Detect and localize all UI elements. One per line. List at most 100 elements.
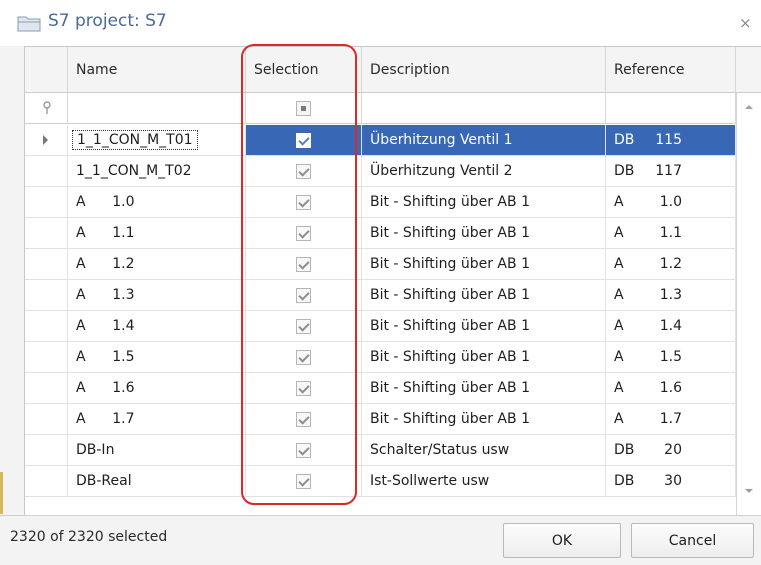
selection-cell[interactable] [246, 342, 362, 372]
row-selection-checkbox[interactable] [296, 132, 311, 148]
reference-cell[interactable]: DB 117 [606, 156, 736, 186]
reference-cell[interactable]: A 1.1 [606, 218, 736, 248]
name-cell[interactable]: A 1.2 [68, 249, 246, 279]
description-cell[interactable]: Bit - Shifting über AB 1 [362, 249, 606, 279]
table-row[interactable]: DB-Real Ist-Sollwerte usw DB 30 [25, 466, 736, 497]
reference-cell[interactable]: A 1.2 [606, 249, 736, 279]
name-cell[interactable]: 1_1_CON_M_T02 [68, 156, 246, 186]
select-all-checkbox[interactable] [296, 100, 311, 116]
cancel-button[interactable]: Cancel [631, 523, 754, 558]
reference-cell[interactable]: A 1.7 [606, 404, 736, 434]
selection-cell[interactable] [246, 218, 362, 248]
column-header-reference[interactable]: Reference [606, 47, 736, 92]
table-row[interactable]: DB-In Schalter/Status usw DB 20 [25, 435, 736, 466]
row-indicator-cell[interactable] [25, 342, 68, 372]
reference-cell[interactable]: DB 20 [606, 435, 736, 465]
table-row[interactable]: A 1.6 Bit - Shifting über AB 1 A 1.6 [25, 373, 736, 404]
table-row[interactable]: A 1.2 Bit - Shifting über AB 1 A 1.2 [25, 249, 736, 280]
row-selection-checkbox[interactable] [296, 380, 311, 396]
row-indicator-cell[interactable] [25, 156, 68, 186]
row-selection-checkbox[interactable] [296, 225, 311, 241]
scroll-down-arrow-icon[interactable] [745, 489, 753, 493]
row-indicator-cell[interactable] [25, 404, 68, 434]
table-row[interactable]: 1_1_CON_M_T02 Überhitzung Ventil 2 DB 117 [25, 156, 736, 187]
description-cell[interactable]: Bit - Shifting über AB 1 [362, 311, 606, 341]
description-cell[interactable]: Überhitzung Ventil 2 [362, 156, 606, 186]
filter-name-input[interactable] [68, 93, 246, 123]
reference-cell[interactable]: A 1.0 [606, 187, 736, 217]
name-cell[interactable]: 1_1_CON_M_T01 [68, 125, 246, 155]
description-cell[interactable]: Überhitzung Ventil 1 [362, 125, 606, 155]
row-selection-checkbox[interactable] [296, 473, 311, 489]
filter-description-input[interactable] [362, 93, 606, 123]
reference-cell[interactable]: DB 115 [606, 125, 736, 155]
name-cell[interactable]: DB-Real [68, 466, 246, 496]
row-selection-checkbox[interactable] [296, 256, 311, 272]
table-row[interactable]: A 1.3 Bit - Shifting über AB 1 A 1.3 [25, 280, 736, 311]
close-button[interactable]: × [739, 14, 752, 32]
row-indicator-cell[interactable] [25, 280, 68, 310]
row-selection-checkbox[interactable] [296, 163, 311, 179]
reference-cell[interactable]: A 1.5 [606, 342, 736, 372]
table-row[interactable]: A 1.0 Bit - Shifting über AB 1 A 1.0 [25, 187, 736, 218]
description-cell[interactable]: Bit - Shifting über AB 1 [362, 404, 606, 434]
column-header-description[interactable]: Description [362, 47, 606, 92]
selection-cell[interactable] [246, 156, 362, 186]
row-selection-checkbox[interactable] [296, 442, 311, 458]
selection-cell[interactable] [246, 187, 362, 217]
description-cell[interactable]: Bit - Shifting über AB 1 [362, 373, 606, 403]
table-row[interactable]: 1_1_CON_M_T01 Überhitzung Ventil 1 DB 115 [25, 125, 736, 156]
column-header-selection[interactable]: Selection [246, 47, 362, 92]
row-selection-checkbox[interactable] [296, 411, 311, 427]
row-selection-checkbox[interactable] [296, 194, 311, 210]
row-selection-checkbox[interactable] [296, 287, 311, 303]
selection-cell[interactable] [246, 249, 362, 279]
filter-reference-input[interactable] [606, 93, 736, 123]
reference-cell[interactable]: A 1.4 [606, 311, 736, 341]
filter-selection-cell[interactable] [246, 93, 362, 123]
selection-cell[interactable] [246, 404, 362, 434]
table-row[interactable]: A 1.5 Bit - Shifting über AB 1 A 1.5 [25, 342, 736, 373]
row-selection-checkbox[interactable] [296, 318, 311, 334]
selection-cell[interactable] [246, 373, 362, 403]
name-cell[interactable]: A 1.4 [68, 311, 246, 341]
name-cell[interactable]: A 1.5 [68, 342, 246, 372]
row-indicator-cell[interactable] [25, 125, 68, 155]
row-indicator-cell[interactable] [25, 435, 68, 465]
row-indicator-cell[interactable] [25, 373, 68, 403]
vertical-scrollbar[interactable] [736, 93, 761, 516]
selection-cell[interactable] [246, 435, 362, 465]
table-row[interactable]: A 1.1 Bit - Shifting über AB 1 A 1.1 [25, 218, 736, 249]
row-selection-checkbox[interactable] [296, 349, 311, 365]
table-row[interactable]: A 1.4 Bit - Shifting über AB 1 A 1.4 [25, 311, 736, 342]
name-cell[interactable]: A 1.0 [68, 187, 246, 217]
table-row[interactable]: A 1.7 Bit - Shifting über AB 1 A 1.7 [25, 404, 736, 435]
name-cell[interactable]: A 1.6 [68, 373, 246, 403]
column-header-name[interactable]: Name [68, 47, 246, 92]
name-cell[interactable]: A 1.3 [68, 280, 246, 310]
selection-cell[interactable] [246, 125, 362, 155]
reference-type: A [614, 225, 624, 241]
reference-cell[interactable]: A 1.3 [606, 280, 736, 310]
row-indicator-cell[interactable] [25, 218, 68, 248]
selection-cell[interactable] [246, 466, 362, 496]
reference-cell[interactable]: A 1.6 [606, 373, 736, 403]
row-indicator-cell[interactable] [25, 311, 68, 341]
description-cell[interactable]: Ist-Sollwerte usw [362, 466, 606, 496]
selection-cell[interactable] [246, 311, 362, 341]
description-cell[interactable]: Schalter/Status usw [362, 435, 606, 465]
name-cell[interactable]: DB-In [68, 435, 246, 465]
name-cell[interactable]: A 1.1 [68, 218, 246, 248]
row-indicator-cell[interactable] [25, 466, 68, 496]
description-cell[interactable]: Bit - Shifting über AB 1 [362, 187, 606, 217]
name-cell[interactable]: A 1.7 [68, 404, 246, 434]
ok-button[interactable]: OK [503, 523, 621, 558]
description-cell[interactable]: Bit - Shifting über AB 1 [362, 280, 606, 310]
reference-cell[interactable]: DB 30 [606, 466, 736, 496]
scroll-up-arrow-icon[interactable] [745, 105, 753, 109]
row-indicator-cell[interactable] [25, 249, 68, 279]
description-cell[interactable]: Bit - Shifting über AB 1 [362, 218, 606, 248]
selection-cell[interactable] [246, 280, 362, 310]
description-cell[interactable]: Bit - Shifting über AB 1 [362, 342, 606, 372]
row-indicator-cell[interactable] [25, 187, 68, 217]
